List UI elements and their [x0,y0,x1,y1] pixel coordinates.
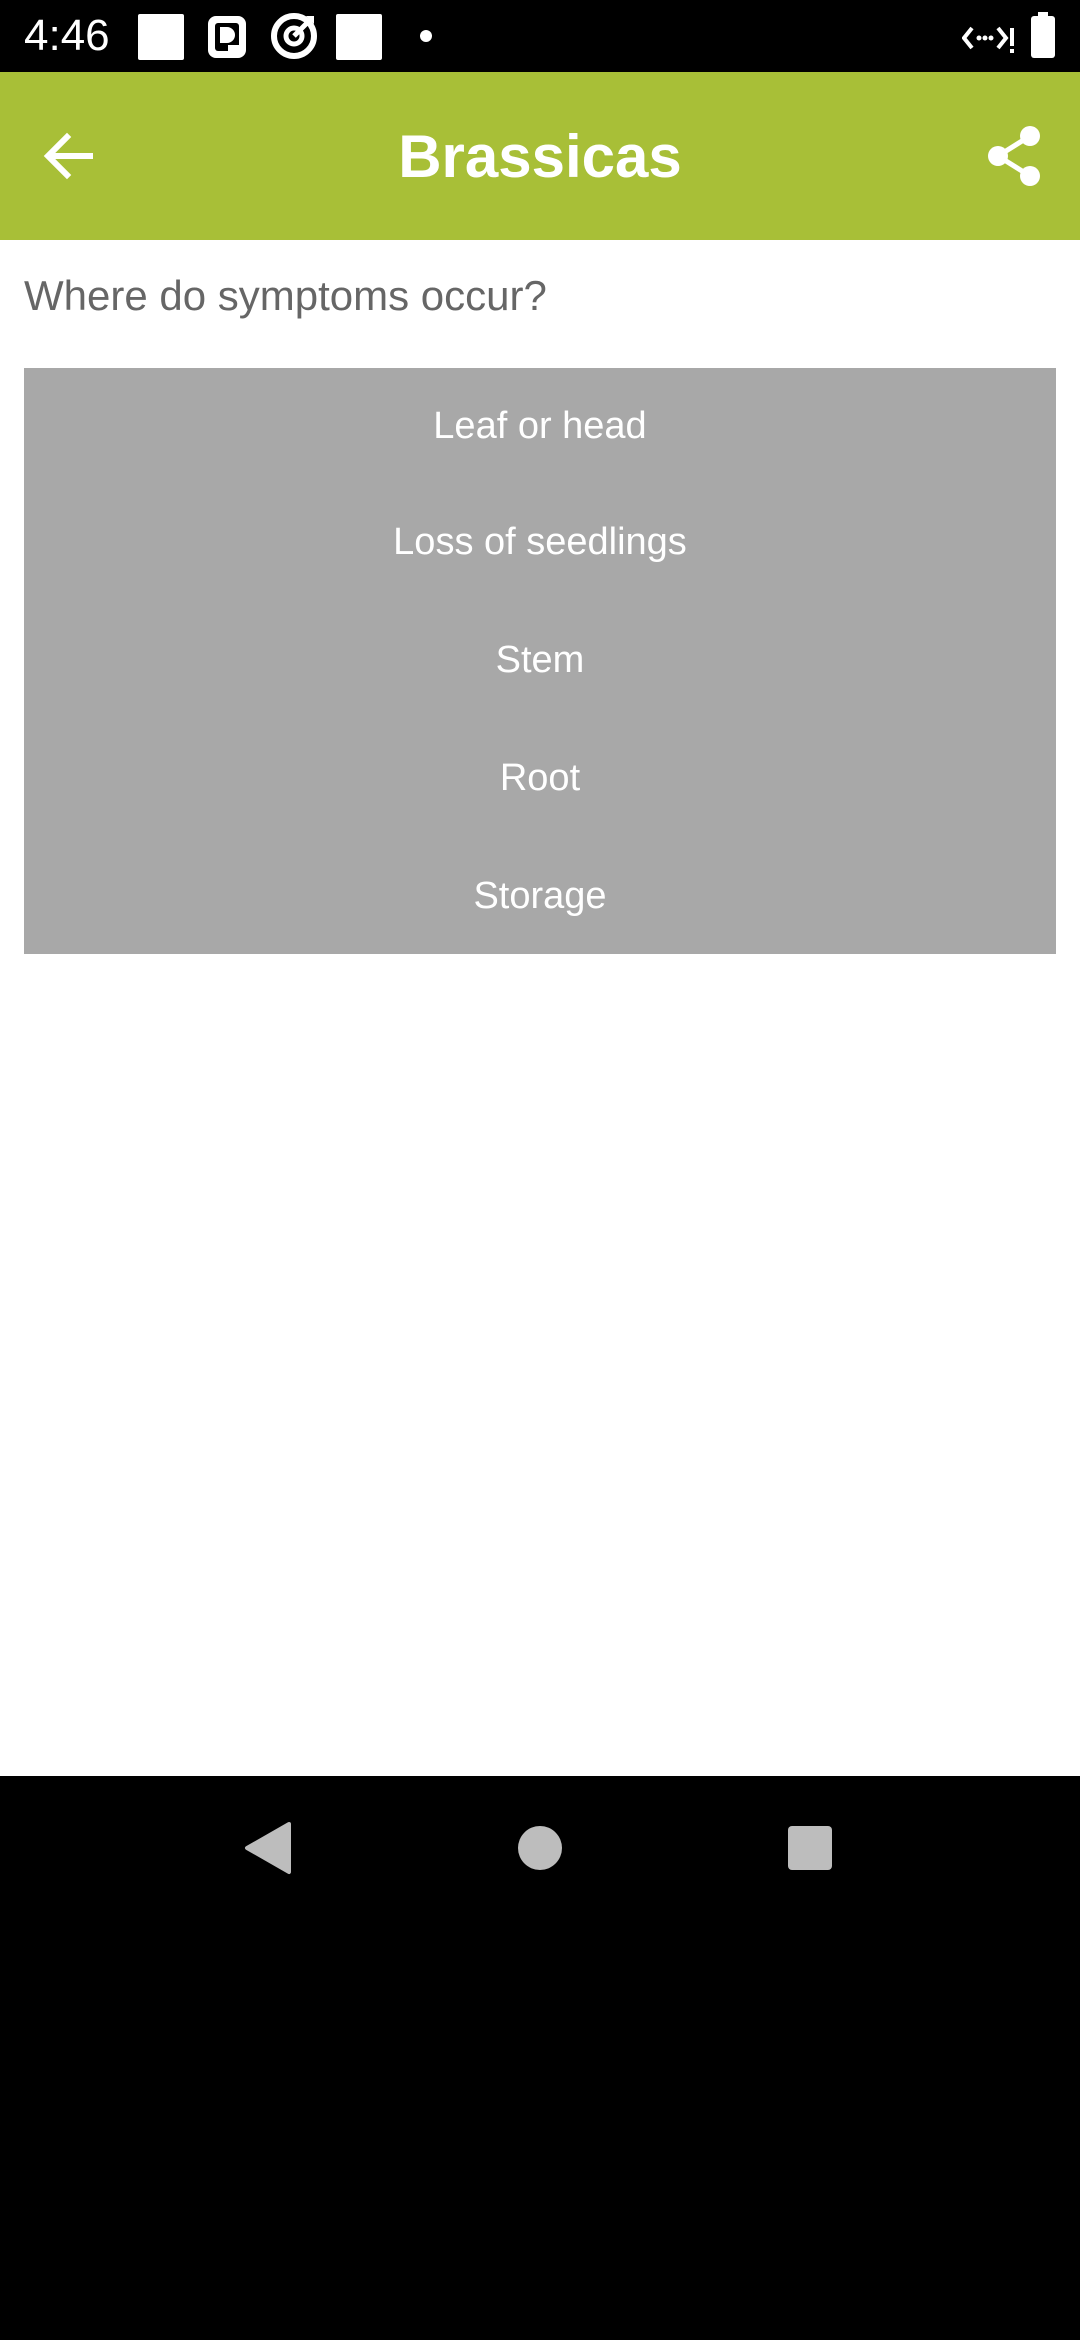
option-storage[interactable]: Storage [24,846,1056,946]
notification-square-icon [138,14,184,60]
app-bar: Brassicas [0,72,1080,240]
data-signal-icon [961,18,1018,63]
option-root[interactable]: Root [24,728,1056,828]
symptom-location-options: Leaf or head Loss of seedlings Stem Root… [24,368,1056,954]
nav-home-button[interactable] [490,1798,590,1898]
more-notifications-dot-icon [420,30,432,42]
option-stem[interactable]: Stem [24,610,1056,710]
bottom-blank-area [0,1920,1080,2340]
share-button[interactable] [972,114,1056,198]
share-icon [988,126,1040,186]
back-triangle-icon [245,1822,291,1874]
main-content: Where do symptoms occur? Leaf or head Lo… [0,240,1080,1776]
nav-back-button[interactable] [218,1798,318,1898]
status-time: 4:46 [24,11,110,60]
system-nav-bar [0,1776,1080,1920]
nav-recents-button[interactable] [760,1798,860,1898]
back-arrow-icon [43,132,93,180]
recents-square-icon [788,1826,832,1870]
question-text: Where do symptoms occur? [24,272,547,319]
battery-icon [1030,12,1056,63]
home-circle-icon [518,1826,562,1870]
back-button[interactable] [26,114,110,198]
page-title: Brassicas [398,122,682,190]
target-app-icon [270,12,318,65]
app-notification-icon [206,14,248,65]
status-bar: 4:46 [0,0,1080,72]
option-leaf-or-head[interactable]: Leaf or head [24,376,1056,476]
option-loss-of-seedlings[interactable]: Loss of seedlings [24,492,1056,592]
notification-square-icon [336,14,382,60]
